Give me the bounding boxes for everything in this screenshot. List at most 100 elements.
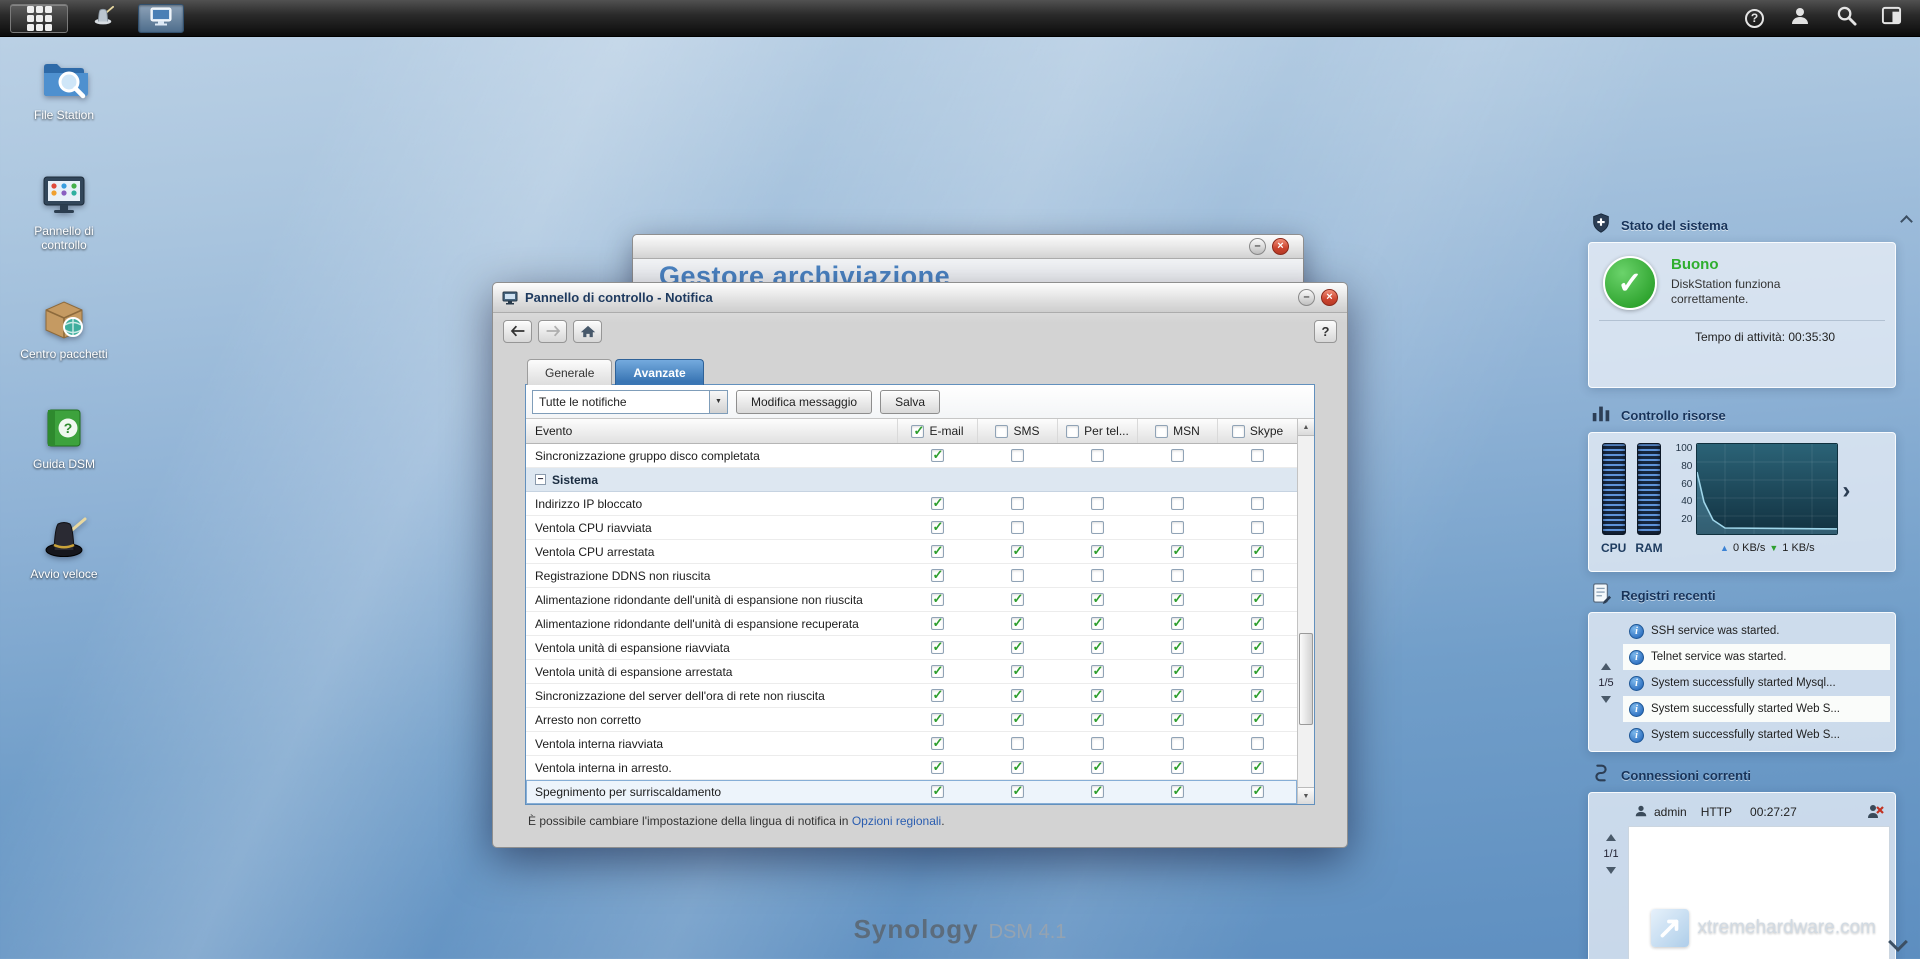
help-icon[interactable]: ? xyxy=(1314,320,1337,343)
event-row[interactable]: Alimentazione ridondante dell'unità di e… xyxy=(526,612,1297,636)
notify-checkbox[interactable] xyxy=(1171,521,1184,534)
notify-checkbox[interactable] xyxy=(1171,545,1184,558)
event-row[interactable]: Ventola CPU arrestata xyxy=(526,540,1297,564)
notify-checkbox[interactable] xyxy=(1251,593,1264,606)
notify-checkbox[interactable] xyxy=(1011,617,1024,630)
save-button[interactable]: Salva xyxy=(880,390,940,414)
desktop-icon-dsm-help[interactable]: ? Guida DSM xyxy=(16,404,112,471)
column-header-channel[interactable]: SMS xyxy=(977,419,1057,443)
notify-checkbox[interactable] xyxy=(931,689,944,702)
dropdown-arrow-icon[interactable]: ▼ xyxy=(709,391,727,413)
pager-up-icon[interactable] xyxy=(1601,663,1611,670)
collapse-minus-icon[interactable]: − xyxy=(535,474,546,485)
log-entry[interactable]: iSystem successfully started Web S... xyxy=(1623,696,1890,722)
notify-checkbox[interactable] xyxy=(1251,449,1264,462)
notify-checkbox[interactable] xyxy=(931,737,944,750)
notify-checkbox[interactable] xyxy=(1011,545,1024,558)
notify-checkbox[interactable] xyxy=(1171,617,1184,630)
column-header-channel[interactable]: E-mail xyxy=(897,419,977,443)
notify-checkbox[interactable] xyxy=(1011,689,1024,702)
desktop-icon-file-station[interactable]: File Station xyxy=(16,55,112,122)
forward-button[interactable] xyxy=(538,320,567,343)
notify-checkbox[interactable] xyxy=(1091,641,1104,654)
scroll-up-icon[interactable]: ▲ xyxy=(1298,419,1314,436)
notify-checkbox[interactable] xyxy=(1171,449,1184,462)
notify-checkbox[interactable] xyxy=(1251,737,1264,750)
notify-checkbox[interactable] xyxy=(1091,545,1104,558)
desktop-icon-package-center[interactable]: Centro pacchetti xyxy=(16,294,112,361)
home-button[interactable] xyxy=(573,320,602,343)
notify-checkbox[interactable] xyxy=(1171,497,1184,510)
group-row[interactable]: −Sistema xyxy=(526,468,1297,492)
storage-manager-titlebar[interactable]: – × xyxy=(633,235,1303,259)
column-header-channel[interactable]: Per tel... xyxy=(1057,419,1137,443)
main-menu-button[interactable] xyxy=(10,4,68,33)
notify-checkbox[interactable] xyxy=(1251,665,1264,678)
notify-checkbox[interactable] xyxy=(1091,713,1104,726)
event-row[interactable]: Registrazione DDNS non riuscita xyxy=(526,564,1297,588)
notify-checkbox[interactable] xyxy=(1011,761,1024,774)
header-checkbox[interactable] xyxy=(1155,425,1168,438)
event-row[interactable]: Ventola CPU riavviata xyxy=(526,516,1297,540)
notify-checkbox[interactable] xyxy=(931,713,944,726)
notify-checkbox[interactable] xyxy=(931,521,944,534)
notify-checkbox[interactable] xyxy=(1011,665,1024,678)
pager-up-icon[interactable] xyxy=(1606,834,1616,841)
notify-checkbox[interactable] xyxy=(1011,785,1024,798)
notify-checkbox[interactable] xyxy=(1011,521,1024,534)
notify-checkbox[interactable] xyxy=(1011,497,1024,510)
notify-checkbox[interactable] xyxy=(931,761,944,774)
notify-checkbox[interactable] xyxy=(931,617,944,630)
notify-checkbox[interactable] xyxy=(1171,665,1184,678)
notify-checkbox[interactable] xyxy=(1091,449,1104,462)
notify-checkbox[interactable] xyxy=(931,569,944,582)
notify-checkbox[interactable] xyxy=(1251,761,1264,774)
notify-checkbox[interactable] xyxy=(1171,713,1184,726)
notify-checkbox[interactable] xyxy=(1091,497,1104,510)
event-row[interactable]: Ventola interna riavviata xyxy=(526,732,1297,756)
back-button[interactable] xyxy=(503,320,532,343)
notify-checkbox[interactable] xyxy=(1011,569,1024,582)
info-circle-icon[interactable]: ? xyxy=(1745,9,1764,28)
desktop-icon-control-panel[interactable]: Pannello di controllo xyxy=(16,171,112,253)
event-row[interactable]: Ventola unità di espansione arrestata xyxy=(526,660,1297,684)
event-row[interactable]: Sincronizzazione del server dell'ora di … xyxy=(526,684,1297,708)
column-header-channel[interactable]: Skype xyxy=(1217,419,1297,443)
column-header-event[interactable]: Evento xyxy=(526,419,897,443)
scrollbar-track[interactable] xyxy=(1298,436,1314,787)
notify-checkbox[interactable] xyxy=(1251,713,1264,726)
notify-checkbox[interactable] xyxy=(1251,689,1264,702)
notify-checkbox[interactable] xyxy=(1171,641,1184,654)
connection-row[interactable]: admin HTTP 00:27:27 xyxy=(1628,798,1890,826)
notify-checkbox[interactable] xyxy=(931,641,944,654)
notify-checkbox[interactable] xyxy=(1251,569,1264,582)
event-row[interactable]: Ventola unità di espansione riavviata xyxy=(526,636,1297,660)
notify-checkbox[interactable] xyxy=(1251,545,1264,558)
widget-column-scroll-up[interactable] xyxy=(1900,214,1912,224)
table-scrollbar[interactable]: ▲ ▼ xyxy=(1297,419,1314,804)
notify-checkbox[interactable] xyxy=(1171,737,1184,750)
pager-down-icon[interactable] xyxy=(1601,696,1611,703)
notify-checkbox[interactable] xyxy=(1251,497,1264,510)
header-checkbox[interactable] xyxy=(1232,425,1245,438)
column-header-channel[interactable]: MSN xyxy=(1137,419,1217,443)
tab-avanzate[interactable]: Avanzate xyxy=(615,359,703,385)
user-icon[interactable] xyxy=(1788,4,1812,33)
close-icon[interactable]: × xyxy=(1321,289,1338,306)
notify-checkbox[interactable] xyxy=(1011,641,1024,654)
notify-checkbox[interactable] xyxy=(931,449,944,462)
notify-checkbox[interactable] xyxy=(931,785,944,798)
scrollbar-thumb[interactable] xyxy=(1299,633,1313,725)
quick-launch-button[interactable] xyxy=(84,4,122,33)
header-checkbox[interactable] xyxy=(1066,425,1079,438)
event-row[interactable]: Alimentazione ridondante dell'unità di e… xyxy=(526,588,1297,612)
notification-filter-select[interactable]: Tutte le notifiche ▼ xyxy=(532,390,728,414)
next-chevron-icon[interactable]: › xyxy=(1842,479,1850,503)
notify-checkbox[interactable] xyxy=(1091,521,1104,534)
notify-checkbox[interactable] xyxy=(931,545,944,558)
notify-checkbox[interactable] xyxy=(1011,593,1024,606)
log-entry[interactable]: iSystem successfully started Web S... xyxy=(1623,722,1890,748)
event-row[interactable]: Spegnimento per surriscaldamento xyxy=(526,780,1297,804)
event-row[interactable]: Indirizzo IP bloccato xyxy=(526,492,1297,516)
notify-checkbox[interactable] xyxy=(1011,713,1024,726)
